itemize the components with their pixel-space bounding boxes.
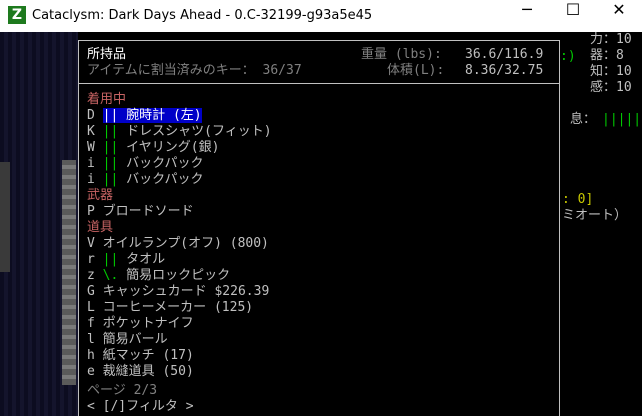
item-key: G — [87, 284, 95, 299]
focus-label: 息： — [570, 112, 597, 127]
item-name: バックパック — [126, 172, 204, 187]
item-mark: || — [102, 140, 119, 155]
item-label: ブロードソード — [103, 204, 194, 219]
map-wall-left — [0, 162, 10, 272]
volume-value: 8.36/32.75 — [465, 63, 544, 78]
item-label: || イヤリング(銀) — [103, 140, 220, 155]
inventory-item[interactable]: l 簡易バール — [87, 332, 168, 348]
counter-zero: : 0] — [562, 192, 594, 207]
maximize-button[interactable]: ☐ — [550, 0, 596, 32]
item-mark: || — [102, 108, 119, 123]
item-name: オイルランプ(オフ) (800) — [102, 236, 269, 251]
category-header: 道具 — [87, 220, 114, 235]
weight-label: 重量 (lbs): — [361, 47, 442, 62]
item-label: コーヒーメーカー (125) — [103, 300, 253, 315]
game-screen[interactable]: 力：10 器：8 知：10 感：10 :) 息： ||||| : 0] ミオート… — [0, 32, 642, 416]
inventory-item[interactable]: G キャッシュカード $226.39 — [87, 284, 269, 300]
item-label: || タオル — [103, 252, 166, 267]
inventory-item[interactable]: r || タオル — [87, 252, 165, 268]
window-title: Cataclysm: Dark Days Ahead - 0.C-32199-g… — [32, 8, 373, 23]
map-wall-right — [62, 160, 76, 385]
item-key: h — [87, 348, 95, 363]
item-name: コーヒーメーカー (125) — [102, 300, 254, 315]
item-name: ブロードソード — [102, 204, 194, 219]
item-mark: || — [102, 156, 119, 171]
inventory-item[interactable]: V オイルランプ(オフ) (800) — [87, 236, 269, 252]
inventory-item[interactable]: z \. 簡易ロックピック — [87, 268, 230, 284]
item-key: r — [87, 252, 95, 267]
inventory-item[interactable]: e 裁縫道具 (50) — [87, 364, 194, 380]
inventory-title: 所持品 — [87, 47, 127, 62]
inventory-item[interactable]: f ポケットナイフ — [87, 316, 194, 332]
header-divider — [79, 83, 559, 84]
item-label: ポケットナイフ — [103, 316, 194, 331]
inventory-dialog: 所持品 アイテムに割当済みのキー： 36/37 重量 (lbs): 36.6/1… — [78, 40, 560, 416]
item-label: || ドレスシャツ(フィット) — [103, 124, 272, 139]
item-label: 紙マッチ (17) — [103, 348, 194, 363]
item-label: キャッシュカード $226.39 — [103, 284, 270, 299]
keys-assigned: アイテムに割当済みのキー： 36/37 — [87, 63, 302, 78]
inventory-item[interactable]: i || バックパック — [87, 156, 204, 172]
item-label: 簡易バール — [103, 332, 168, 347]
item-label: || 腕時計 (左) — [102, 108, 202, 123]
item-key: V — [87, 236, 95, 251]
item-key: i — [87, 156, 95, 171]
inventory-item[interactable]: i || バックパック — [87, 172, 204, 188]
item-key: D — [87, 108, 95, 123]
inventory-item[interactable]: P ブロードソード — [87, 204, 194, 220]
item-label: || バックパック — [103, 156, 204, 171]
stat-int: 知：10 — [590, 64, 632, 79]
item-key: P — [87, 204, 95, 219]
item-key: e — [87, 364, 95, 379]
mood-face: :) — [560, 49, 576, 64]
weight-value: 36.6/116.9 — [465, 47, 544, 62]
volume-label: 体積(L): — [387, 63, 445, 78]
stat-str: 力：10 — [590, 32, 632, 47]
category-header: 武器 — [87, 188, 114, 203]
item-key: K — [87, 124, 95, 139]
item-name: 紙マッチ (17) — [102, 348, 194, 363]
inventory-item[interactable]: D || 腕時計 (左) — [87, 108, 202, 124]
item-mark: || — [102, 124, 119, 139]
item-label: || バックパック — [103, 172, 204, 187]
inventory-item[interactable]: h 紙マッチ (17) — [87, 348, 194, 364]
item-label: 裁縫道具 (50) — [103, 364, 194, 379]
page-indicator: ページ 2/3 — [87, 383, 158, 398]
item-name: キャッシュカード $226.39 — [102, 284, 270, 299]
item-key: i — [87, 172, 95, 187]
item-name: 簡易ロックピック — [126, 268, 231, 283]
item-key: l — [87, 332, 95, 347]
inventory-item[interactable]: K || ドレスシャツ(フィット) — [87, 124, 272, 140]
item-name: ポケットナイフ — [102, 316, 194, 331]
window-titlebar: Z Cataclysm: Dark Days Ahead - 0.C-32199… — [0, 0, 642, 33]
item-name: ドレスシャツ(フィット) — [126, 124, 272, 139]
item-mark: || — [102, 172, 119, 187]
item-key: z — [87, 268, 95, 283]
app-icon: Z — [8, 6, 26, 24]
item-key: f — [87, 316, 95, 331]
focus-bars: ||||| — [602, 112, 642, 127]
item-name: イヤリング(銀) — [126, 140, 220, 155]
minimize-button[interactable]: ─ — [504, 0, 550, 32]
item-key: W — [87, 140, 95, 155]
stat-dex: 器：8 — [590, 48, 624, 63]
item-label: \. 簡易ロックピック — [103, 268, 231, 283]
item-name: 腕時計 (左) — [126, 108, 202, 123]
item-name: 簡易バール — [102, 332, 168, 347]
stat-per: 感：10 — [590, 80, 632, 95]
inventory-item[interactable]: L コーヒーメーカー (125) — [87, 300, 253, 316]
item-name: 裁縫道具 (50) — [102, 364, 194, 379]
item-mark: \. — [102, 268, 119, 283]
item-mark: || — [102, 252, 119, 267]
item-key: L — [87, 300, 95, 315]
filter-hint[interactable]: < [/]フィルタ > — [87, 399, 194, 415]
inventory-item[interactable]: W || イヤリング(銀) — [87, 140, 219, 156]
item-label: オイルランプ(オフ) (800) — [103, 236, 269, 251]
mode-text: ミオート） — [562, 208, 628, 223]
item-name: タオル — [126, 252, 166, 267]
close-button[interactable]: ✕ — [596, 0, 642, 32]
category-header: 着用中 — [87, 92, 127, 107]
item-name: バックパック — [126, 156, 204, 171]
